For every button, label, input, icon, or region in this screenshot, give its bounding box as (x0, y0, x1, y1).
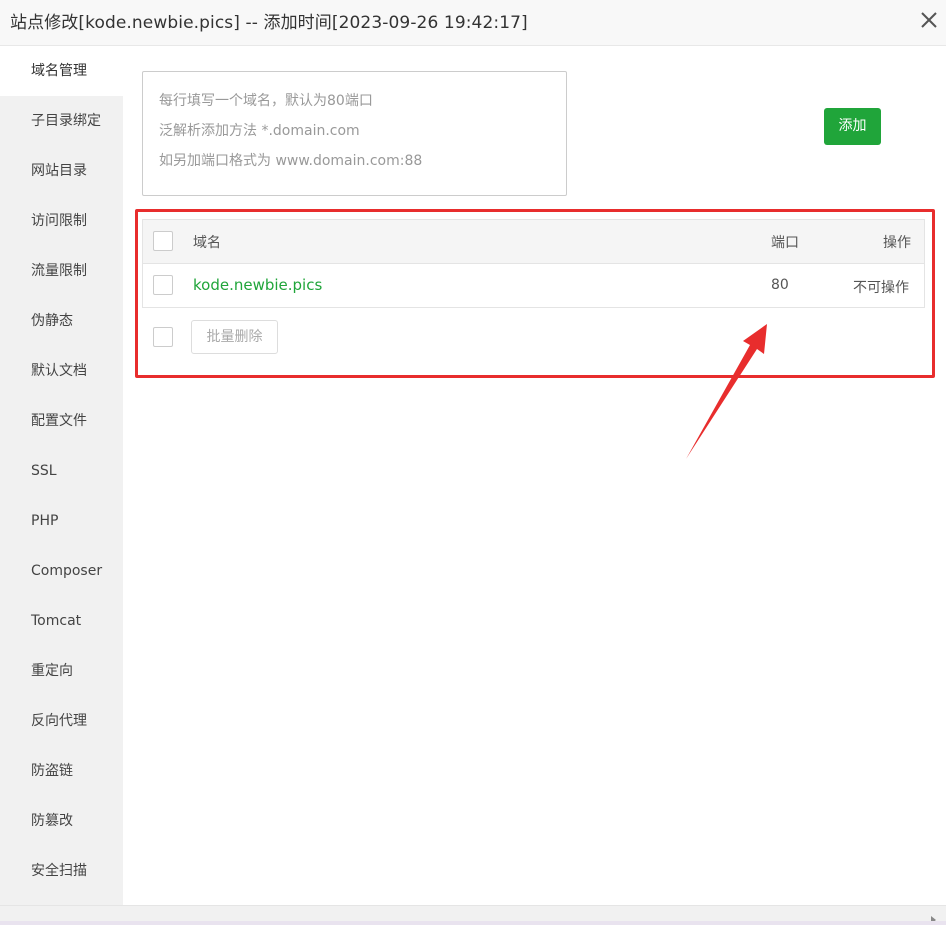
table-row: kode.newbie.pics 80 不可操作 (143, 264, 924, 307)
row-domain-link[interactable]: kode.newbie.pics (193, 276, 322, 294)
header-domain: 域名 (193, 235, 221, 251)
placeholder-line: 如另加端口格式为 www.domain.com:88 (159, 153, 423, 169)
sidebar-item-tomcat[interactable]: Tomcat (0, 596, 123, 646)
placeholder-line: 每行填写一个域名，默认为80端口 (159, 93, 373, 109)
table-header: 域名 端口 操作 (143, 220, 924, 264)
sidebar-item-reverse-proxy[interactable]: 反向代理 (0, 696, 123, 746)
batch-delete-button[interactable]: 批量删除 (191, 320, 278, 354)
sidebar-item-subdirectory-binding[interactable]: 子目录绑定 (0, 96, 123, 146)
header-action: 操作 (883, 235, 911, 251)
domain-table: 域名 端口 操作 kode.newbie.pics 80 不可操作 (142, 219, 925, 308)
batch-select-checkbox[interactable] (153, 327, 173, 347)
row-port: 80 (771, 277, 789, 293)
domain-textarea[interactable]: 每行填写一个域名，默认为80端口 泛解析添加方法 *.domain.com 如另… (142, 71, 567, 196)
select-all-checkbox[interactable] (153, 231, 173, 251)
bottom-border (0, 921, 946, 925)
close-icon[interactable] (918, 9, 940, 31)
sidebar-item-security-scan[interactable]: 安全扫描 (0, 846, 123, 896)
sidebar-item-traffic-limit[interactable]: 流量限制 (0, 246, 123, 296)
sidebar-item-config-file[interactable]: 配置文件 (0, 396, 123, 446)
sidebar-item-default-document[interactable]: 默认文档 (0, 346, 123, 396)
sidebar-item-redirect[interactable]: 重定向 (0, 646, 123, 696)
sidebar-item-ssl[interactable]: SSL (0, 446, 123, 496)
sidebar-item-access-restriction[interactable]: 访问限制 (0, 196, 123, 246)
add-domain-button[interactable]: 添加 (824, 108, 881, 145)
sidebar-item-site-directory[interactable]: 网站目录 (0, 146, 123, 196)
title-bar: 站点修改[kode.newbie.pics] -- 添加时间[2023-09-2… (0, 0, 946, 46)
row-action-text: 不可操作 (853, 280, 909, 296)
sidebar: 域名管理 子目录绑定 网站目录 访问限制 流量限制 伪静态 默认文档 配置文件 … (0, 46, 123, 905)
sidebar-item-rewrite[interactable]: 伪静态 (0, 296, 123, 346)
sidebar-item-domain-management[interactable]: 域名管理 (0, 46, 123, 96)
site-edit-dialog: 站点修改[kode.newbie.pics] -- 添加时间[2023-09-2… (0, 0, 946, 925)
sidebar-item-composer[interactable]: Composer (0, 546, 123, 596)
sidebar-item-tamper-protection[interactable]: 防篡改 (0, 796, 123, 846)
scroll-right-icon[interactable] (928, 910, 938, 924)
sidebar-item-hotlink-protection[interactable]: 防盗链 (0, 746, 123, 796)
placeholder-line: 泛解析添加方法 *.domain.com (159, 123, 360, 139)
main-panel: 每行填写一个域名，默认为80端口 泛解析添加方法 *.domain.com 如另… (123, 46, 946, 905)
header-port: 端口 (771, 235, 799, 251)
dialog-title: 站点修改[kode.newbie.pics] -- 添加时间[2023-09-2… (10, 13, 528, 33)
sidebar-item-php[interactable]: PHP (0, 496, 123, 546)
row-checkbox[interactable] (153, 275, 173, 295)
